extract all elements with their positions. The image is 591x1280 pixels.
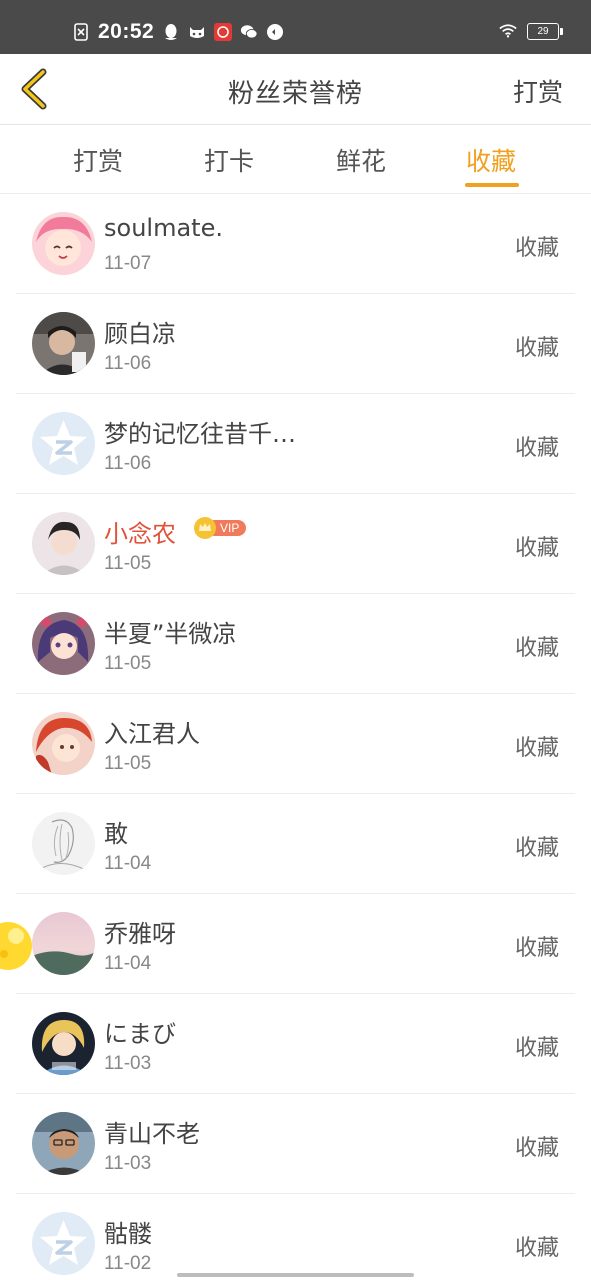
default-avatar-icon — [32, 412, 95, 475]
list-item[interactable]: 顾白凉 11-06 收藏 — [16, 294, 575, 394]
status-time: 20:52 — [98, 20, 155, 43]
list-item[interactable]: 小念农 VIP 11-05 收藏 — [16, 494, 575, 594]
fan-name: にまび — [104, 1020, 176, 1048]
status-right: 29 — [499, 22, 563, 40]
avatar — [32, 1012, 95, 1075]
qq-icon — [162, 23, 180, 41]
vip-label: VIP — [220, 521, 240, 535]
tab-checkin[interactable]: 打卡 — [204, 142, 254, 178]
fan-action: 收藏 — [514, 536, 559, 561]
list-item[interactable]: にまび 11-03 收藏 — [16, 994, 575, 1094]
screen: 20:52 29 粉丝荣誉榜 打赏 打赏 打卡 鲜花 收藏 soulmate. … — [0, 0, 591, 1280]
fan-name: 半夏”半微凉 — [104, 620, 237, 648]
header: 粉丝荣誉榜 打赏 — [0, 54, 591, 125]
fan-action: 收藏 — [514, 1236, 559, 1261]
fan-name: 小念农 — [104, 520, 176, 548]
fan-date: 11-06 — [104, 453, 152, 474]
avatar — [32, 1112, 95, 1175]
fan-date: 11-06 — [104, 353, 152, 374]
page-title: 粉丝荣誉榜 — [227, 79, 363, 109]
fan-action: 收藏 — [514, 936, 559, 961]
wifi-icon — [499, 22, 517, 40]
fan-date: 11-03 — [104, 1153, 152, 1174]
status-bar: 20:52 29 — [0, 0, 591, 54]
fan-name: 入江君人 — [104, 720, 200, 748]
red-app-icon — [214, 23, 233, 41]
fan-date: 11-04 — [104, 853, 152, 874]
avatar — [32, 212, 95, 275]
fan-action: 收藏 — [514, 1136, 559, 1161]
active-tab-indicator — [465, 183, 519, 187]
fan-date: 11-05 — [104, 653, 152, 674]
cat-app-icon — [188, 23, 206, 41]
battery-icon: 29 — [527, 22, 563, 40]
fan-name: 青山不老 — [104, 1120, 200, 1148]
fan-name: 乔雅呀 — [104, 920, 176, 948]
avatar — [32, 912, 95, 975]
wechat-icon — [240, 23, 258, 41]
list-item[interactable]: 半夏”半微凉 11-05 收藏 — [16, 594, 575, 694]
fan-date: 11-07 — [104, 253, 152, 274]
fan-action: 收藏 — [514, 1036, 559, 1061]
fan-date: 11-02 — [104, 1253, 152, 1274]
fan-date: 11-05 — [104, 753, 152, 774]
avatar — [32, 612, 95, 675]
list-item[interactable]: 敢 11-04 收藏 — [16, 794, 575, 894]
avatar — [32, 312, 95, 375]
fan-action: 收藏 — [514, 236, 559, 261]
fan-action: 收藏 — [514, 336, 559, 361]
fan-action: 收藏 — [514, 636, 559, 661]
tab-favorites[interactable]: 收藏 — [466, 142, 516, 178]
list-item[interactable]: 乔雅呀 11-04 收藏 — [16, 894, 575, 994]
fan-action: 收藏 — [514, 836, 559, 861]
fan-list: soulmate. 11-07 收藏 顾白凉 11-06 收藏 梦的记忆往昔千…… — [0, 194, 591, 1280]
home-indicator[interactable] — [177, 1273, 414, 1277]
fan-date: 11-05 — [104, 553, 152, 574]
fan-name: 敢 — [104, 820, 128, 848]
avatar — [32, 512, 95, 575]
list-item[interactable]: 梦的记忆往昔千… 11-06 收藏 — [16, 394, 575, 494]
list-item[interactable]: 骷髅 11-02 收藏 — [16, 1194, 575, 1280]
tab-reward[interactable]: 打赏 — [73, 142, 123, 178]
message-app-icon — [266, 23, 284, 41]
fan-name: 骷髅 — [104, 1220, 152, 1248]
fan-action: 收藏 — [514, 736, 559, 761]
fan-name: soulmate. — [104, 214, 223, 242]
fan-date: 11-04 — [104, 953, 152, 974]
floating-assistant-icon[interactable] — [0, 912, 38, 978]
list-item[interactable]: soulmate. 11-07 收藏 — [16, 194, 575, 294]
tab-bar: 打赏 打卡 鲜花 收藏 — [0, 125, 591, 194]
default-avatar-icon — [32, 1212, 95, 1275]
tab-flowers[interactable]: 鲜花 — [336, 142, 386, 178]
fan-name: 顾白凉 — [104, 320, 176, 348]
notification-file-icon — [72, 23, 90, 41]
fan-action: 收藏 — [514, 436, 559, 461]
list-item[interactable]: 入江君人 11-05 收藏 — [16, 694, 575, 794]
list-item[interactable]: 青山不老 11-03 收藏 — [16, 1094, 575, 1194]
fan-date: 11-03 — [104, 1053, 152, 1074]
avatar — [32, 712, 95, 775]
avatar — [32, 812, 95, 875]
vip-badge: VIP — [193, 517, 247, 539]
status-left: 20:52 — [72, 18, 284, 46]
fan-name: 梦的记忆往昔千… — [104, 420, 296, 448]
reward-button[interactable]: 打赏 — [513, 73, 563, 109]
